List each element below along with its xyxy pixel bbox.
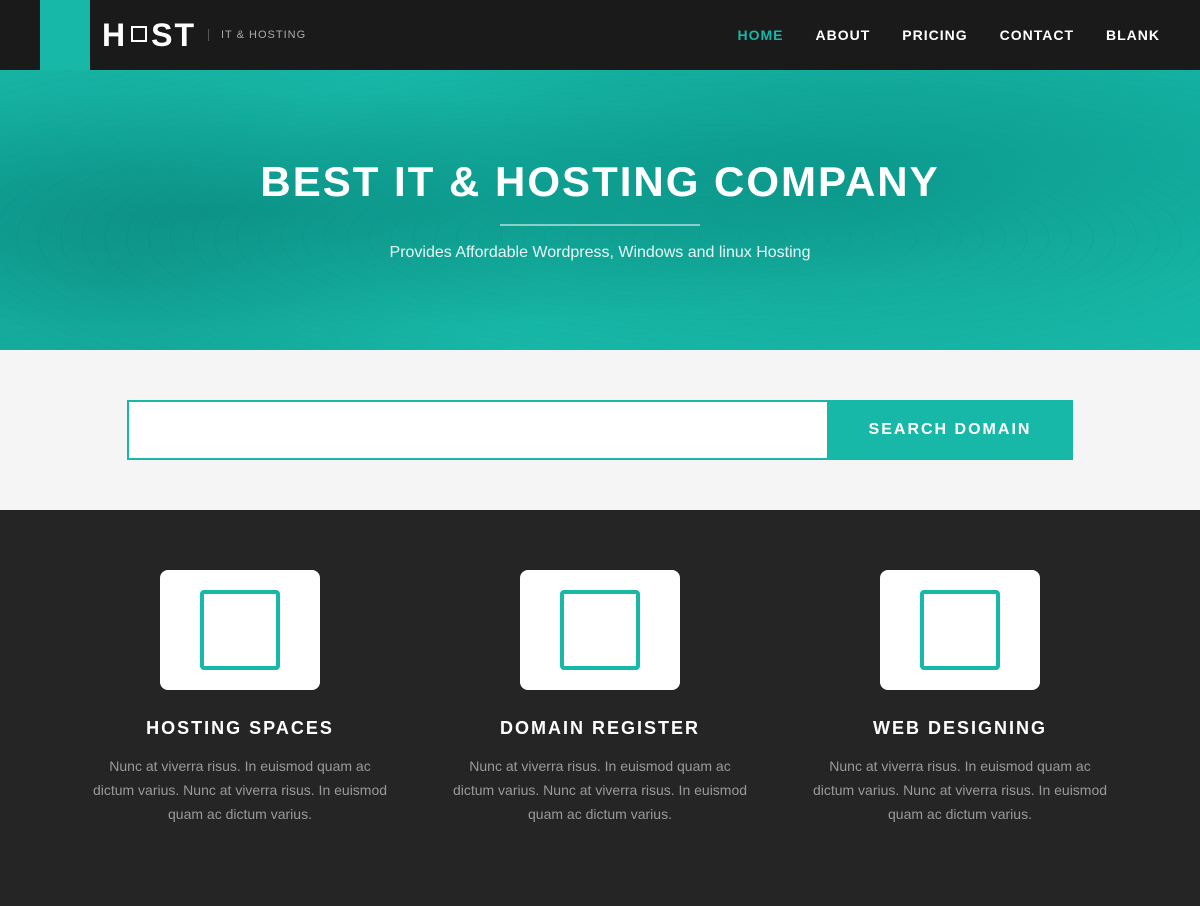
feature-desc-domain: Nunc at viverra risus. In euismod quam a… xyxy=(450,755,750,826)
hosting-icon xyxy=(200,590,280,670)
search-section: SEARCH DOMAIN xyxy=(0,350,1200,510)
logo-text-wrapper: H ST IT & HOSTING xyxy=(90,17,306,54)
hero-title: BEST IT & HOSTING COMPANY xyxy=(260,158,939,206)
feature-desc-hosting: Nunc at viverra risus. In euismod quam a… xyxy=(90,755,390,826)
feature-card-domain: DOMAIN REGISTER Nunc at viverra risus. I… xyxy=(450,570,750,826)
feature-title-hosting: HOSTING SPACES xyxy=(146,718,334,739)
nav-item-home[interactable]: HOME xyxy=(737,27,783,43)
feature-title-domain: DOMAIN REGISTER xyxy=(500,718,700,739)
feature-card-hosting: HOSTING SPACES Nunc at viverra risus. In… xyxy=(90,570,390,826)
logo-square-icon xyxy=(131,26,147,42)
webdesign-icon xyxy=(920,590,1000,670)
feature-card-webdesign: WEB DESIGNING Nunc at viverra risus. In … xyxy=(810,570,1110,826)
hero-section: BEST IT & HOSTING COMPANY Provides Affor… xyxy=(0,70,1200,350)
feature-desc-webdesign: Nunc at viverra risus. In euismod quam a… xyxy=(810,755,1110,826)
feature-icon-box-webdesign xyxy=(880,570,1040,690)
hero-subtitle: Provides Affordable Wordpress, Windows a… xyxy=(390,244,811,262)
feature-icon-box-hosting xyxy=(160,570,320,690)
logo-box xyxy=(40,0,90,70)
domain-icon xyxy=(560,590,640,670)
nav-item-contact[interactable]: CONTACT xyxy=(1000,27,1074,43)
feature-icon-box-domain xyxy=(520,570,680,690)
nav-item-pricing[interactable]: PRICING xyxy=(902,27,967,43)
logo-area: H ST IT & HOSTING xyxy=(40,0,306,70)
logo-sub: IT & HOSTING xyxy=(208,29,306,41)
header: H ST IT & HOSTING HOME ABOUT PRICING CON… xyxy=(0,0,1200,70)
search-domain-button[interactable]: SEARCH DOMAIN xyxy=(827,400,1074,460)
hero-divider xyxy=(500,224,700,226)
logo-main: H ST xyxy=(102,17,196,54)
feature-title-webdesign: WEB DESIGNING xyxy=(873,718,1047,739)
nav-item-blank[interactable]: BLANK xyxy=(1106,27,1160,43)
main-nav: HOME ABOUT PRICING CONTACT BLANK xyxy=(737,27,1160,43)
features-section: HOSTING SPACES Nunc at viverra risus. In… xyxy=(0,510,1200,906)
nav-item-about[interactable]: ABOUT xyxy=(815,27,870,43)
domain-search-input[interactable] xyxy=(127,400,827,460)
